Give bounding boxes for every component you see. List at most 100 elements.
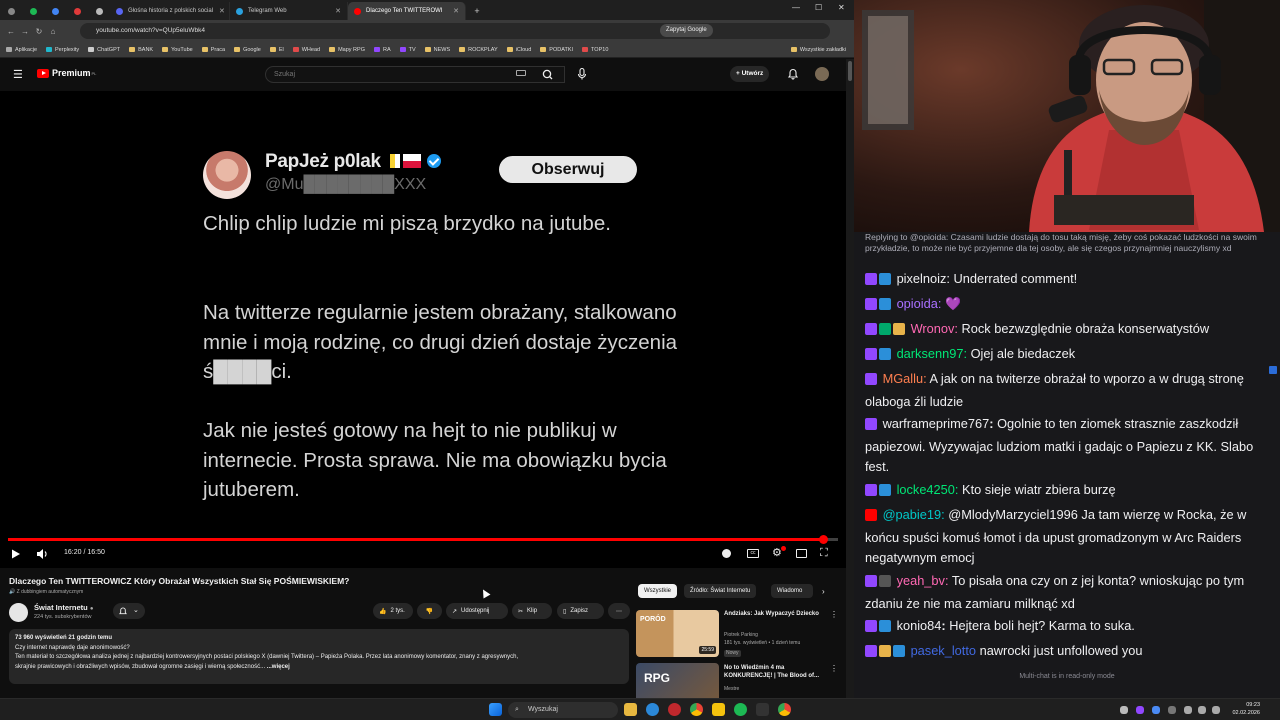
chat-username[interactable]: pasek_lotto xyxy=(911,643,976,658)
chat-username[interactable]: konio84 xyxy=(897,618,942,633)
minimize-icon[interactable]: — xyxy=(792,3,800,12)
taskbar-clock[interactable]: 09:23 02.02.2026 xyxy=(1228,701,1260,717)
bookmark-item[interactable]: YouTube xyxy=(162,47,193,53)
related-title[interactable]: Andziaks: Jak Wypaczyć Dziecko xyxy=(724,610,829,618)
chrome-icon[interactable] xyxy=(690,703,703,716)
browser-tab[interactable]: Głośna historia z polskich social ✕ xyxy=(110,2,230,20)
browser-tab[interactable]: Telegram Web ✕ xyxy=(230,2,348,20)
pinned-tab[interactable] xyxy=(66,2,88,20)
pinned-tab[interactable] xyxy=(22,2,44,20)
pinned-tab[interactable] xyxy=(44,2,66,20)
spotify-icon[interactable] xyxy=(734,703,747,716)
windows-start-icon[interactable] xyxy=(489,703,502,716)
opera-icon[interactable] xyxy=(668,703,681,716)
close-tab-icon[interactable]: ✕ xyxy=(447,7,459,15)
notifications-bell-icon[interactable] xyxy=(787,67,799,80)
like-button[interactable]: 👍 2 tys. xyxy=(373,603,413,619)
channel-name[interactable]: Świat Internetu ● xyxy=(34,603,93,612)
chat-username[interactable]: warframeprime767 xyxy=(883,416,990,431)
chat-username[interactable]: @pabie19 xyxy=(883,507,942,522)
sticky-notes-icon[interactable] xyxy=(712,703,725,716)
bookmark-item[interactable]: El xyxy=(269,47,284,53)
progress-bar[interactable] xyxy=(8,535,838,544)
create-button[interactable]: + Utwórz xyxy=(730,66,770,82)
more-actions-button[interactable]: ⋯ xyxy=(608,603,630,619)
chat-username[interactable]: opioida xyxy=(897,296,938,311)
tray-chevron-icon[interactable] xyxy=(1120,706,1128,714)
more-vertical-icon[interactable]: ⋮ xyxy=(830,610,838,619)
bookmark-item[interactable]: Mapy RPG xyxy=(329,47,365,53)
bookmark-item[interactable]: TV xyxy=(399,47,416,53)
related-thumbnail[interactable]: RPG xyxy=(636,663,719,698)
miniplayer-icon[interactable] xyxy=(796,549,807,558)
url-field[interactable]: youtube.com/watch?v=QUp5eluWbk4 xyxy=(80,23,830,39)
related-thumbnail[interactable]: PORÓD 25:59 xyxy=(636,610,719,657)
pinned-tab[interactable] xyxy=(88,2,110,20)
clip-button[interactable]: ✂ Klip xyxy=(512,603,552,619)
all-bookmarks[interactable]: Wszystkie zakładki xyxy=(790,47,846,53)
chat-username[interactable]: darksenn97 xyxy=(897,346,964,361)
play-icon[interactable] xyxy=(11,549,21,559)
taskbar-search[interactable]: ⌕ Wyszukaj xyxy=(508,702,618,718)
forward-icon[interactable]: → xyxy=(18,27,32,36)
bookmark-item[interactable]: ChatGPT xyxy=(88,47,120,53)
show-more-link[interactable]: ...więcej xyxy=(267,664,290,670)
battery-icon[interactable] xyxy=(1212,706,1220,714)
tray-app-icon[interactable] xyxy=(1168,706,1176,714)
microphone-icon[interactable] xyxy=(574,66,590,82)
ask-google-button[interactable]: Zapytaj Google xyxy=(660,24,713,37)
video-player[interactable]: PapJeż p0lak @Mu████████XXX Obserwuj Chl… xyxy=(0,91,846,568)
subtitles-icon[interactable]: cc xyxy=(747,549,759,558)
bookmark-item[interactable]: iCloud xyxy=(506,47,531,53)
file-explorer-icon[interactable] xyxy=(624,703,637,716)
chrome-profile-icon[interactable] xyxy=(778,703,791,716)
browser-tab-active[interactable]: Dlaczego Ten TWITTEROWI ✕ xyxy=(348,2,466,20)
chat-username[interactable]: locke4250 xyxy=(897,482,955,497)
bookmark-item[interactable]: Google xyxy=(234,47,261,53)
menu-icon[interactable]: ☰ xyxy=(13,68,23,81)
dislike-button[interactable]: 👎 xyxy=(417,603,442,619)
bookmark-item[interactable]: ROCKPLAY xyxy=(459,47,498,53)
scrollbar-thumb[interactable] xyxy=(848,61,852,81)
tray-app-icon[interactable] xyxy=(1152,706,1160,714)
chip-all[interactable]: Wszystkie xyxy=(638,584,677,598)
youtube-logo[interactable]: Premium PL xyxy=(37,68,96,78)
chip-news[interactable]: Wiadomo xyxy=(771,584,813,598)
bookmark-item[interactable]: Aplikacje xyxy=(6,47,37,53)
bookmark-item[interactable]: PODATKI xyxy=(540,47,573,53)
volume-icon[interactable] xyxy=(1198,706,1206,714)
autoplay-toggle-icon[interactable] xyxy=(722,549,731,558)
chevron-right-icon[interactable]: › xyxy=(822,587,825,596)
share-button[interactable]: ↗ Udostępnij xyxy=(446,603,508,619)
subscription-bell-button[interactable]: ⌄ xyxy=(113,603,145,619)
chat-username[interactable]: MGallu xyxy=(883,371,924,386)
save-button[interactable]: ▯ Zapisz xyxy=(557,603,604,619)
bookmark-item[interactable]: Perplexity xyxy=(46,47,79,53)
bookmark-item[interactable]: Praca xyxy=(201,47,225,53)
bookmark-item[interactable]: WHead xyxy=(292,47,320,53)
home-icon[interactable]: ⌂ xyxy=(46,27,60,36)
new-tab-button[interactable]: + xyxy=(466,2,488,20)
related-title[interactable]: No to Wiedźmin 4 ma KONKURENCJĘ! | The B… xyxy=(724,664,829,680)
chip-channel-source[interactable]: Źródło: Świat Internetu xyxy=(684,584,757,598)
bookmark-item[interactable]: TOP10 xyxy=(582,47,608,53)
download-icon[interactable] xyxy=(756,703,769,716)
bookmark-item[interactable]: RA xyxy=(373,47,391,53)
user-avatar[interactable] xyxy=(815,67,829,81)
volume-icon[interactable] xyxy=(36,548,49,560)
edge-icon[interactable] xyxy=(646,703,659,716)
pinned-tab[interactable] xyxy=(0,2,22,20)
close-tab-icon[interactable]: ✕ xyxy=(329,7,341,15)
fullscreen-icon[interactable]: ⛶ xyxy=(820,547,828,559)
back-icon[interactable]: ← xyxy=(4,27,18,36)
maximize-icon[interactable]: ☐ xyxy=(815,3,822,12)
description-box[interactable]: 73 960 wyświetleń 21 godzin temu Czy int… xyxy=(9,629,629,684)
tray-app-icon[interactable] xyxy=(1136,706,1144,714)
chat-username[interactable]: yeah_bv xyxy=(897,573,945,588)
keyboard-icon[interactable] xyxy=(516,70,526,76)
close-window-icon[interactable]: ✕ xyxy=(838,3,845,12)
more-vertical-icon[interactable]: ⋮ xyxy=(830,664,838,673)
network-icon[interactable] xyxy=(1184,706,1192,714)
channel-avatar[interactable] xyxy=(9,603,28,622)
close-tab-icon[interactable]: ✕ xyxy=(213,7,225,15)
